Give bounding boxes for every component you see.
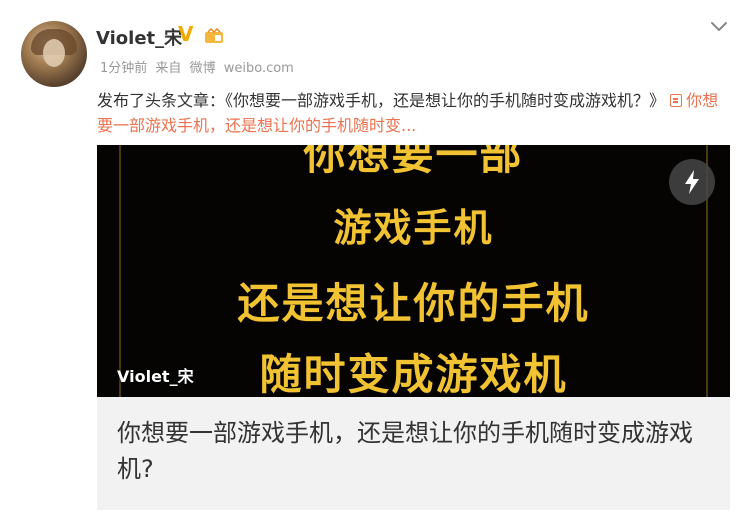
article-link-icon (670, 94, 683, 107)
article-card[interactable]: 你想要一部 游戏手机 还是想让你的手机 随时变成游戏机 Violet_宋 你想要… (97, 145, 730, 510)
cover-watermark: Violet_宋 (117, 367, 194, 386)
article-cover[interactable]: 你想要一部 游戏手机 还是想让你的手机 随时变成游戏机 Violet_宋 (97, 145, 730, 397)
username[interactable]: Violet_宋 (96, 24, 182, 50)
post-text: 发布了头条文章：《你想要一部游戏手机，还是想让你的手机随时变成游戏机？》 你想要… (97, 88, 727, 138)
cover-line-1: 你想要一部 (303, 145, 524, 179)
post-text-prefix: 发布了头条文章： (97, 91, 226, 110)
cover-line-2: 游戏手机 (333, 206, 494, 250)
source-prefix: 来自 (155, 61, 182, 76)
article-card-title[interactable]: 你想要一部游戏手机，还是想让你的手机随时变成游戏机? (117, 415, 717, 487)
cover-line-3: 还是想让你的手机 (237, 279, 590, 328)
source-site[interactable]: weibo.com (224, 61, 294, 76)
level-badge-icon (205, 28, 223, 43)
post-meta: 1分钟前 来自 微博 weibo.com (100, 57, 298, 76)
flash-button[interactable] (669, 159, 715, 205)
article-quote: 《你想要一部游戏手机，还是想让你的手机随时变成游戏机？》 (225, 91, 666, 110)
avatar[interactable] (21, 21, 87, 87)
verified-v-icon: V (178, 22, 194, 46)
chevron-down-icon[interactable] (708, 16, 730, 38)
post-time[interactable]: 1分钟前 (100, 61, 147, 76)
source-app[interactable]: 微博 (190, 61, 216, 76)
avatar-face (43, 39, 65, 67)
lightning-icon (685, 170, 699, 194)
